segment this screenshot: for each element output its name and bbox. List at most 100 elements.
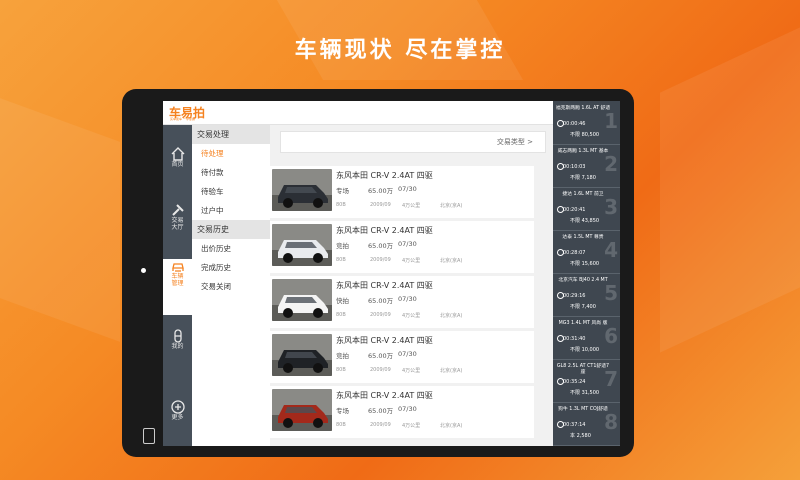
type-filter-button[interactable]: 交易类型 > [497,137,533,147]
card-date: 2009/09 [370,257,391,263]
sub-item-inspect[interactable]: 待验车 [192,182,270,201]
card-mode: 竞拍 [336,352,349,360]
card-location: 北京(京A) [440,258,463,264]
right-auction-list: 福克斯两厢 1.6L AT 舒适 00:00:46 不限 80,500 1 威志… [553,101,620,446]
car-thumbnail [272,279,332,321]
vehicle-card[interactable]: 东风本田 CR-V 2.4AT 四驱 竞拍 65.00万 07/30 80B 2… [270,331,534,383]
card-mileage: 4万公里 [402,203,421,209]
card-date: 2009/09 [370,367,391,373]
auction-price: 不限 80,500 [570,132,600,138]
card-time: 07/30 [398,240,417,248]
auction-title: 威志两厢 1.3L MT 基本 [557,149,609,154]
auction-countdown: 00:37:14 [563,422,586,428]
auction-countdown: 00:31:40 [563,336,586,342]
sub-item-done-history[interactable]: 完成历史 [192,258,270,277]
auction-title: 北京汽车 BJ40 2.4 MT [558,278,608,283]
sub-item-pending[interactable]: 待处理 [192,144,270,163]
sub-item-transfer[interactable]: 过户中 [192,201,270,220]
card-time: 07/30 [398,350,417,358]
plus-circle-icon [170,400,185,414]
sub-nav: 交易处理 待处理 待付款 待验车 过户中 交易历史 出价历史 完成历史 交易关闭 [192,125,270,446]
auction-countdown: 00:00:46 [563,121,586,127]
bg-facet [660,27,800,353]
auction-title: 狗牛 1.3L MT COJ舒适 [558,407,608,412]
nav-item-home[interactable]: 首页 [163,147,192,203]
back-button[interactable] [143,428,155,444]
card-price: 65.00万 [368,297,394,305]
card-mode: 快拍 [336,297,349,305]
auction-rank: 4 [604,238,618,262]
auction-countdown: 00:35:24 [563,379,586,385]
nav-label: 我的 [171,343,184,350]
nav-label: 更多 [171,414,184,421]
card-price: 65.00万 [368,352,394,360]
card-grade: 80B [336,312,346,318]
auction-item[interactable]: GL8 2.5L AT CT1舒适7座 00:35:24 不限 31,500 7 [553,359,620,403]
auction-countdown: 00:10:03 [563,164,586,170]
card-mileage: 4万公里 [402,258,421,264]
vehicle-card[interactable]: 东风本田 CR-V 2.4AT 四驱 快拍 65.00万 07/30 80B 2… [270,276,534,328]
home-icon [171,147,184,161]
top-bar: 车易拍 买车卖车 一手掌握 [163,101,553,125]
auction-price: 不限 31,500 [570,390,600,396]
auction-price: 不限 15,600 [570,261,600,267]
card-title: 东风本田 CR-V 2.4AT 四驱 [336,281,433,290]
sub-item-payment[interactable]: 待付款 [192,163,270,182]
sub-item-bid-history[interactable]: 出价历史 [192,239,270,258]
auction-price: 不限 43,850 [570,218,600,224]
nav-label: 首页 [171,161,184,168]
auction-price: 不限 7,400 [570,304,596,310]
nav-item-vehicles[interactable]: 车辆管理 [163,259,192,315]
auction-rank: 5 [604,281,618,305]
card-location: 北京(京A) [440,368,463,374]
auction-item[interactable]: 北京汽车 BJ40 2.4 MT 00:29:16 不限 7,400 5 [553,273,620,317]
card-grade: 80B [336,367,346,373]
nav-label: 车辆管理 [171,273,184,287]
auction-rank: 3 [604,195,618,219]
nav-item-mine[interactable]: 我的 [163,329,192,385]
card-mode: 专场 [336,187,349,195]
card-price: 65.00万 [368,187,394,195]
card-mileage: 4万公里 [402,423,421,429]
auction-rank: 7 [604,367,618,391]
card-grade: 80B [336,422,346,428]
car-thumbnail [272,169,332,211]
card-date: 2009/09 [370,312,391,318]
vehicle-card[interactable]: 东风本田 CR-V 2.4AT 四驱 专场 65.00万 07/30 80B 2… [270,386,534,438]
auction-item[interactable]: 福克斯两厢 1.6L AT 舒适 00:00:46 不限 80,500 1 [553,101,620,145]
card-mode: 专场 [336,407,349,415]
auction-item[interactable]: 捷达 1.6L MT 前卫 00:20:41 不限 43,850 3 [553,187,620,231]
nav-item-more[interactable]: 更多 [163,400,192,446]
auction-rank: 2 [604,152,618,176]
card-price: 65.00万 [368,242,394,250]
headline: 车辆现状 尽在掌控 [294,38,506,63]
nav-item-hall[interactable]: 交易大厅 [163,203,192,259]
card-price: 65.00万 [368,407,394,415]
auction-title: MG3 1.4L MT 风尚 版 [558,321,608,326]
card-time: 07/30 [398,295,417,303]
auction-rank: 8 [604,410,618,434]
auction-rank: 1 [604,109,618,133]
bg-facet [0,98,120,342]
card-grade: 80B [336,257,346,263]
app-screen: 车易拍 买车卖车 一手掌握 首页 交易大厅 车辆管理 我的 更多 交易处理 待处… [163,101,620,446]
vehicle-card[interactable]: 东风本田 CR-V 2.4AT 四驱 竞拍 65.00万 07/30 80B 2… [270,221,534,273]
auction-item[interactable]: MG3 1.4L MT 风尚 版 00:31:40 不限 10,000 6 [553,316,620,360]
type-filter-bar[interactable]: 交易类型 > [280,131,546,153]
card-mileage: 4万公里 [402,368,421,374]
card-title: 东风本田 CR-V 2.4AT 四驱 [336,226,433,235]
auction-item[interactable]: 狗牛 1.3L MT COJ舒适 00:37:14 本 2,580 8 [553,402,620,446]
auction-countdown: 00:20:41 [563,207,586,213]
vehicle-card[interactable]: 东风本田 CR-V 2.4AT 四驱 专场 65.00万 07/30 80B 2… [270,166,534,218]
sub-item-closed[interactable]: 交易关闭 [192,277,270,296]
hammer-icon [171,204,184,216]
auction-item[interactable]: 威志两厢 1.3L MT 基本 00:10:03 不限 7,180 2 [553,144,620,188]
auction-item[interactable]: 达泰 1.5L MT 尊贵 00:28:07 不限 15,600 4 [553,230,620,274]
auction-title: 捷达 1.6L MT 前卫 [562,192,604,197]
card-title: 东风本田 CR-V 2.4AT 四驱 [336,336,433,345]
auction-title: 福克斯两厢 1.6L AT 舒适 [555,106,611,111]
card-date: 2009/09 [370,202,391,208]
auction-price: 不限 10,000 [570,347,600,353]
auction-title: GL8 2.5L AT CT1舒适7座 [556,364,610,375]
card-location: 北京(京A) [440,203,463,209]
